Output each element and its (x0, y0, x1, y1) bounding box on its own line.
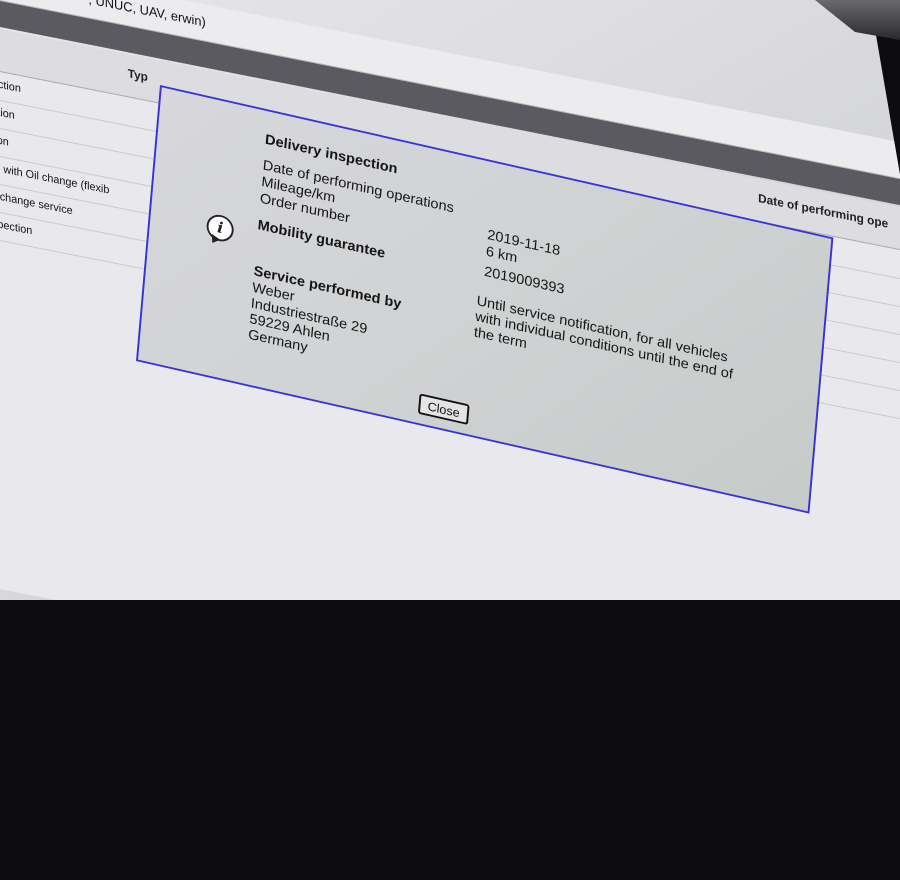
monitor-screen: , UNUC, UAV, erwin) Typ Date of performi… (0, 0, 900, 600)
info-icon: i (205, 212, 235, 245)
row-service: nspection (0, 216, 33, 238)
mobility-heading: Mobility guarantee (257, 217, 386, 262)
row-service: ection (0, 104, 15, 122)
value-order-number: 2019009393 (483, 263, 566, 298)
close-button[interactable]: Close (417, 393, 470, 425)
col-type-header[interactable]: Typ (128, 66, 148, 84)
row-service: pection (0, 76, 21, 96)
row-service: ction (0, 132, 9, 149)
